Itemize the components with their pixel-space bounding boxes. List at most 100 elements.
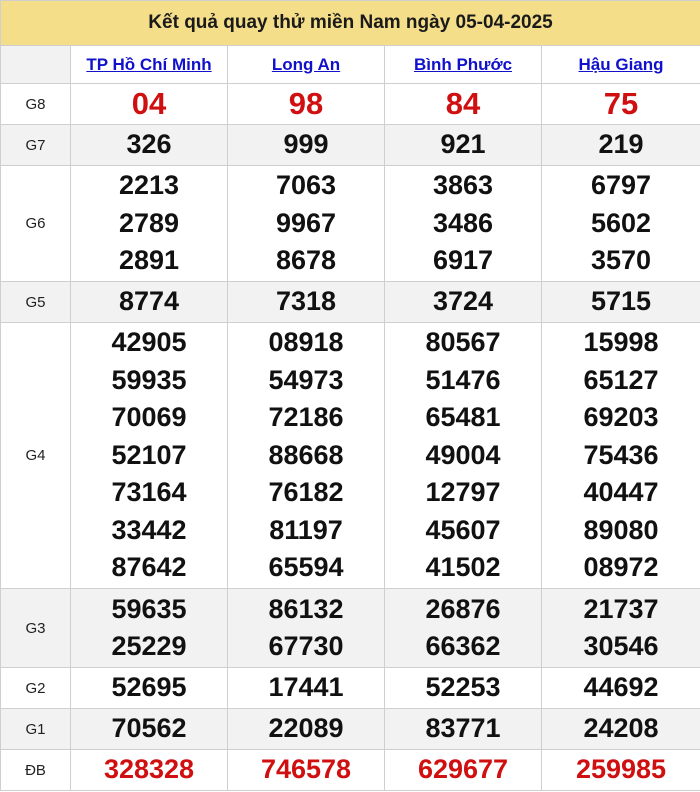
prize-number: 67730 xyxy=(268,631,344,661)
prize-number: 65594 xyxy=(268,552,344,583)
prize-number: 7063 xyxy=(275,170,337,201)
prize-number: 41502 xyxy=(425,552,501,583)
page-title: Kết quả quay thử miền Nam ngày 05-04-202… xyxy=(0,0,700,46)
prize-label: G5 xyxy=(0,281,71,323)
prize-number: 49004 xyxy=(425,439,501,470)
prize-number: 81197 xyxy=(269,514,343,545)
prize-number: 52107 xyxy=(111,439,187,470)
results-panel: Kết quả quay thử miền Nam ngày 05-04-202… xyxy=(0,0,700,792)
prize-number: 17441 xyxy=(268,672,344,703)
prize-number: 219 xyxy=(598,129,644,160)
prize-number: 7318 xyxy=(275,286,337,317)
prize-number: 83771 xyxy=(425,713,501,744)
prize-number: 08972 xyxy=(583,552,659,583)
prize-number: 87642 xyxy=(111,552,187,583)
special-prize-number: 328328 xyxy=(103,754,195,785)
prize-number: 921 xyxy=(440,129,486,160)
prize-label: G1 xyxy=(0,708,71,750)
prize-number: 59935 xyxy=(111,364,187,395)
province-link-hcm[interactable]: TP Hồ Chí Minh xyxy=(86,55,211,74)
prize-number: 51476 xyxy=(425,364,501,395)
prize-label: G7 xyxy=(0,124,71,166)
prize-number: 26876 xyxy=(425,593,501,624)
prize-number: 40447 xyxy=(583,477,659,508)
prize-number: 73164 xyxy=(111,477,187,508)
prize-number: 04 xyxy=(131,86,167,122)
prize-number: 66362 xyxy=(425,631,501,661)
prize-number: 21737 xyxy=(583,593,659,624)
special-prize-number: 629677 xyxy=(417,754,509,785)
prize-number: 45607 xyxy=(425,514,501,545)
prize-number: 42905 xyxy=(111,327,187,358)
prize-number: 52253 xyxy=(425,672,501,703)
prize-number: 54973 xyxy=(268,364,344,395)
prize-number: 5715 xyxy=(590,286,652,317)
prize-number: 75436 xyxy=(583,439,659,470)
prize-number: 52695 xyxy=(111,672,187,703)
prize-number: 65127 xyxy=(583,364,659,395)
prize-row-g6: G6 2213 2789 2891 7063 9967 8678 3863 34… xyxy=(0,165,700,282)
prize-number: 2891 xyxy=(118,245,180,276)
prize-number: 88668 xyxy=(268,439,344,470)
prize-label: G3 xyxy=(0,588,71,668)
prize-row-g7: G7 326 999 921 219 xyxy=(0,124,700,166)
prize-number: 326 xyxy=(126,129,172,160)
prize-label: G8 xyxy=(0,83,71,125)
prize-number: 69203 xyxy=(583,402,659,433)
prize-number: 999 xyxy=(283,129,329,160)
prize-number: 75 xyxy=(603,86,639,122)
prize-number: 8678 xyxy=(275,245,337,276)
prize-label: G6 xyxy=(0,165,71,282)
prize-number: 86132 xyxy=(268,593,344,624)
prize-number: 24208 xyxy=(583,713,659,744)
prize-row-g1: G1 70562 22089 83771 24208 xyxy=(0,708,700,750)
prize-number: 84 xyxy=(445,86,481,122)
prize-row-g4: G4 42905 59935 70069 52107 73164 33442 8… xyxy=(0,322,700,589)
prize-row-g3: G3 59635 25229 86132 67730 26876 66362 2… xyxy=(0,588,700,668)
prize-number: 3863 xyxy=(432,170,494,201)
prize-number: 59635 xyxy=(111,593,187,624)
prize-number: 89080 xyxy=(583,514,659,545)
prize-number: 3570 xyxy=(590,245,652,276)
prize-number: 65481 xyxy=(425,402,501,433)
prize-row-g8: G8 04 98 84 75 xyxy=(0,83,700,125)
prize-number: 3486 xyxy=(432,207,494,238)
title-row: Kết quả quay thử miền Nam ngày 05-04-202… xyxy=(0,0,700,46)
prize-number: 2789 xyxy=(118,207,180,238)
prize-label: ĐB xyxy=(0,749,71,791)
province-link-long-an[interactable]: Long An xyxy=(272,55,340,74)
prize-number: 08918 xyxy=(268,327,344,358)
prize-row-g5: G5 8774 7318 3724 5715 xyxy=(0,281,700,323)
province-link-hau-giang[interactable]: Hậu Giang xyxy=(579,55,664,74)
prize-number: 6917 xyxy=(432,245,494,276)
prize-number: 8774 xyxy=(118,286,180,317)
prize-number: 6797 xyxy=(590,170,652,201)
prize-number: 33442 xyxy=(111,514,187,545)
prize-number: 44692 xyxy=(583,672,659,703)
prize-row-special: ĐB 328328 746578 629677 259985 xyxy=(0,749,700,791)
prize-row-g2: G2 52695 17441 52253 44692 xyxy=(0,667,700,709)
prize-label: G4 xyxy=(0,322,71,589)
prize-label: G2 xyxy=(0,667,71,709)
special-prize-number: 746578 xyxy=(260,754,352,785)
prize-number: 3724 xyxy=(432,286,494,317)
prize-number: 30546 xyxy=(583,631,659,661)
results-table: Kết quả quay thử miền Nam ngày 05-04-202… xyxy=(0,0,700,791)
prize-number: 12797 xyxy=(425,477,501,508)
prize-number: 76182 xyxy=(268,477,344,508)
prize-number: 70562 xyxy=(111,713,187,744)
prize-number: 98 xyxy=(288,86,324,122)
prize-number: 15998 xyxy=(583,327,659,358)
province-link-binh-phuoc[interactable]: Bình Phước xyxy=(414,55,512,74)
prize-number: 70069 xyxy=(111,402,187,433)
prize-number: 2213 xyxy=(118,170,180,201)
prize-number: 25229 xyxy=(111,631,187,661)
province-header-row: TP Hồ Chí Minh Long An Bình Phước Hậu Gi… xyxy=(0,45,700,84)
prize-number: 22089 xyxy=(268,713,344,744)
prize-number: 80567 xyxy=(425,327,501,358)
prize-number: 72186 xyxy=(268,402,344,433)
prize-number: 9967 xyxy=(275,207,337,238)
prize-number: 5602 xyxy=(590,207,652,238)
special-prize-number: 259985 xyxy=(575,754,667,785)
corner-cell xyxy=(0,45,71,84)
